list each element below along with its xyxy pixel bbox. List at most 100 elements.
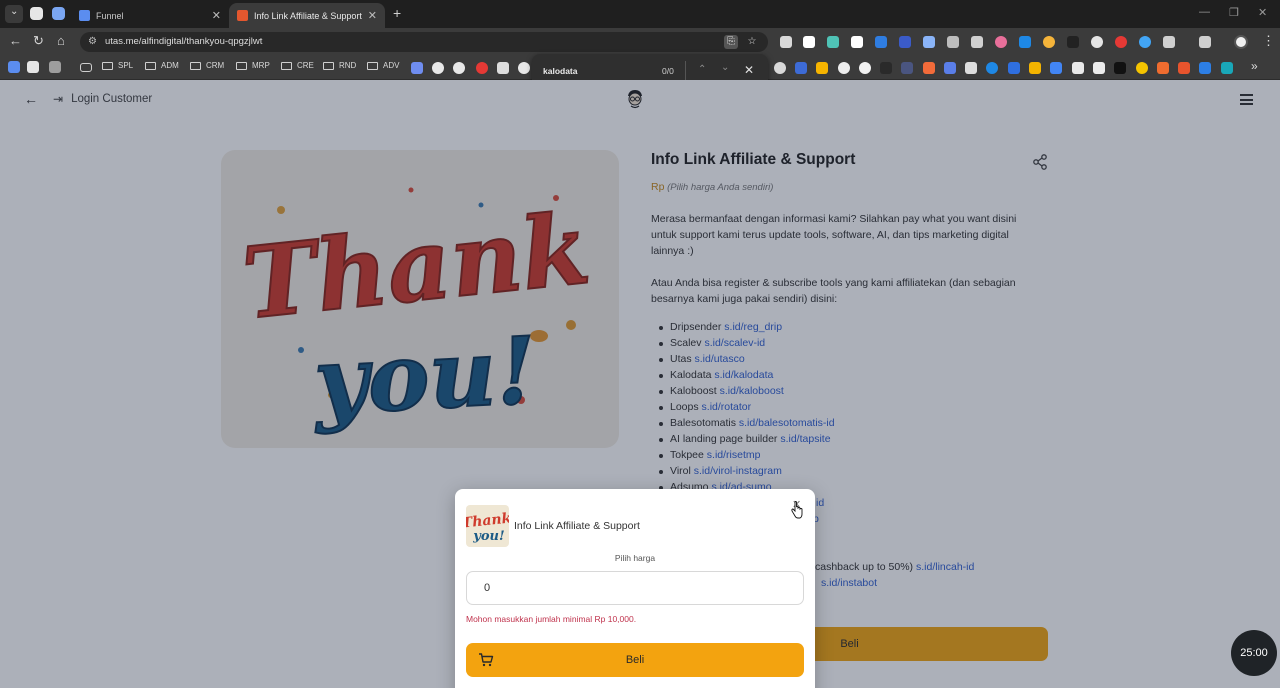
bookmark-icon[interactable] [901, 62, 913, 74]
bookmark-icon[interactable] [965, 62, 977, 74]
bookmark-folder-cre[interactable]: CRE [281, 61, 314, 70]
window-close-icon[interactable]: ✕ [1258, 6, 1267, 19]
extension-icon[interactable] [851, 36, 863, 48]
modal-title: Info Link Affiliate & Support [514, 520, 640, 532]
folder-icon [102, 61, 113, 70]
bookmark-icon[interactable] [1199, 62, 1211, 74]
cart-icon [479, 653, 494, 667]
find-input[interactable]: kalodata [543, 66, 578, 76]
find-previous-icon[interactable]: ⌃ [698, 64, 706, 75]
profile-avatar[interactable] [1234, 35, 1248, 49]
bookmark-icon[interactable] [1093, 62, 1105, 74]
bookmark-label: MRP [252, 61, 270, 70]
pinned-tab-2[interactable] [52, 7, 65, 20]
tab-title: Funnel [96, 10, 124, 21]
extension-icon[interactable] [1115, 36, 1127, 48]
bookmark-folder-adv[interactable]: ADV [367, 61, 399, 70]
side-panel-icon[interactable] [1199, 36, 1211, 48]
restore-icon[interactable]: ❐ [1229, 6, 1239, 19]
address-bar[interactable]: ⚙ utas.me/alfindigital/thankyou-qpgzjlwt… [80, 32, 768, 52]
tab-close-icon[interactable]: ✕ [368, 9, 377, 22]
page-content: ← ⇥ Login Customer Thank you! Info Link … [0, 80, 1280, 688]
address-url[interactable]: utas.me/alfindigital/thankyou-qpgzjlwt [105, 36, 262, 47]
bookmark-folder-crm[interactable]: CRM [190, 61, 224, 70]
folder-icon [323, 61, 334, 70]
bookmark-icon[interactable] [1029, 62, 1041, 74]
bookmark-star-icon[interactable]: ☆ [745, 35, 759, 49]
more-bookmarks-icon[interactable]: » [1251, 59, 1258, 73]
bookmark-icon[interactable] [411, 62, 423, 74]
extension-icon[interactable] [995, 36, 1007, 48]
tab-funnel[interactable]: Funnel ✕ [71, 3, 229, 28]
extension-icon[interactable] [827, 36, 839, 48]
extension-icon[interactable] [923, 36, 935, 48]
price-input[interactable] [466, 571, 804, 605]
extension-icon[interactable] [875, 36, 887, 48]
bookmark-icon[interactable] [923, 62, 935, 74]
bookmark-icon[interactable] [1221, 62, 1233, 74]
bookmark-icon[interactable] [1178, 62, 1190, 74]
bookmark-icon[interactable] [1050, 62, 1062, 74]
extension-icon[interactable] [947, 36, 959, 48]
modal-product-thumbnail: Thank you! [466, 505, 509, 547]
bookmark-icon[interactable] [476, 62, 488, 74]
minimize-icon[interactable]: — [1199, 6, 1210, 18]
bookmark-icon[interactable] [816, 62, 828, 74]
extension-icon[interactable] [780, 36, 792, 48]
tab-info-link[interactable]: Info Link Affiliate & Support by ✕ [229, 3, 385, 28]
extension-icon[interactable] [971, 36, 983, 48]
tab-close-icon[interactable]: ✕ [212, 9, 221, 22]
folder-icon [281, 61, 292, 70]
find-next-icon[interactable]: ⌄ [721, 62, 729, 73]
back-arrow-icon[interactable]: ← [9, 33, 22, 49]
bookmark-app-icon[interactable] [8, 61, 20, 73]
find-close-icon[interactable]: ✕ [744, 63, 754, 77]
find-count: 0/0 [662, 66, 674, 76]
bookmark-label: CRE [297, 61, 314, 70]
bookmark-icon[interactable] [1136, 62, 1148, 74]
new-tab-button[interactable]: + [393, 5, 401, 21]
bookmark-folder-rnd[interactable]: RND [323, 61, 356, 70]
folder-icon [236, 61, 247, 70]
bookmark-icon[interactable] [1072, 62, 1084, 74]
bookmark-icon[interactable] [1157, 62, 1169, 74]
bookmark-icon[interactable] [497, 62, 509, 74]
modal-buy-button[interactable]: Beli [466, 643, 804, 677]
extension-icon[interactable] [1091, 36, 1103, 48]
extension-icon[interactable] [803, 36, 815, 48]
bookmark-icon[interactable] [432, 62, 444, 74]
site-info-icon[interactable]: ⚙ [88, 36, 97, 47]
bookmark-icon[interactable] [774, 62, 786, 74]
extensions-puzzle-icon[interactable] [1163, 36, 1175, 48]
extension-icon[interactable] [1019, 36, 1031, 48]
pinned-tab-1[interactable] [30, 7, 43, 20]
bookmark-label: ADM [161, 61, 179, 70]
bookmark-icon[interactable] [1114, 62, 1126, 74]
bookmark-folder-adm[interactable]: ADM [145, 61, 179, 70]
extension-icon[interactable] [1067, 36, 1079, 48]
bookmark-icon[interactable] [838, 62, 850, 74]
reload-icon[interactable]: ↻ [33, 33, 44, 49]
extension-icon[interactable] [1043, 36, 1055, 48]
apps-grid-icon[interactable] [49, 61, 61, 73]
bookmark-icon[interactable] [1008, 62, 1020, 74]
bookmark-icon[interactable] [453, 62, 465, 74]
bookmark-icon[interactable] [795, 62, 807, 74]
funnel-favicon-icon [79, 10, 90, 21]
more-menu-icon[interactable]: ⋮ [1262, 33, 1275, 49]
bookmark-folder-mrp[interactable]: MRP [236, 61, 270, 70]
bookmark-icon[interactable] [986, 62, 998, 74]
price-modal: Thank you! Info Link Affiliate & Support… [455, 489, 815, 688]
install-app-icon[interactable]: ⎘ [724, 35, 738, 49]
bookmark-icon[interactable] [518, 62, 530, 74]
folder-icon[interactable] [80, 63, 92, 72]
extension-icon[interactable] [1139, 36, 1151, 48]
bookmark-folder-spl[interactable]: SPL [102, 61, 133, 70]
bookmark-icon[interactable] [859, 62, 871, 74]
bookmark-icon[interactable] [944, 62, 956, 74]
home-icon[interactable]: ⌂ [57, 33, 65, 49]
tab-search-button[interactable]: ⌄ [5, 5, 23, 23]
bookmark-icon[interactable] [880, 62, 892, 74]
bookmark-app-icon[interactable] [27, 61, 39, 73]
extension-icon[interactable] [899, 36, 911, 48]
